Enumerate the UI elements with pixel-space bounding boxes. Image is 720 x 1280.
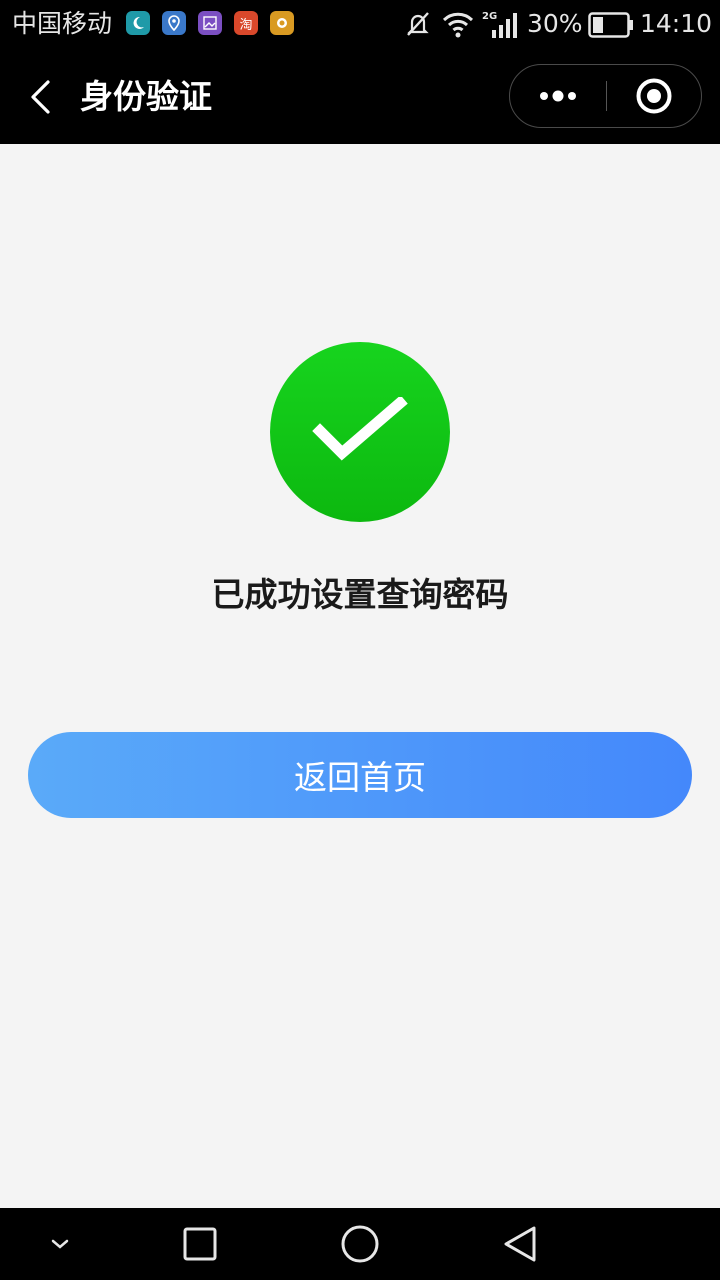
hand-app-icon xyxy=(270,11,294,35)
moon-app-icon xyxy=(126,11,150,35)
svg-text:2G: 2G xyxy=(482,11,497,22)
battery-icon xyxy=(588,12,634,42)
success-icon xyxy=(270,342,450,522)
signal-2g-icon: 2G xyxy=(482,10,524,44)
return-home-button[interactable]: 返回首页 xyxy=(28,732,692,818)
recent-apps-square-icon[interactable] xyxy=(160,1208,240,1280)
status-bar: 中国移动 淘 2G 30% 14:10 xyxy=(0,0,720,50)
mute-icon xyxy=(404,10,432,42)
system-nav-bar xyxy=(0,1208,720,1280)
checkmark-icon xyxy=(312,397,408,461)
chevron-down-icon[interactable] xyxy=(20,1208,100,1280)
battery-percent: 30% xyxy=(527,9,583,38)
back-arrow-icon xyxy=(31,80,50,114)
close-button[interactable] xyxy=(607,65,701,127)
wifi-icon xyxy=(441,10,475,42)
back-triangle-icon[interactable] xyxy=(480,1208,560,1280)
home-circle-icon[interactable] xyxy=(320,1208,400,1280)
back-button[interactable] xyxy=(18,72,62,122)
capsule-menu xyxy=(509,64,702,128)
more-dots-icon xyxy=(540,90,576,102)
close-target-icon xyxy=(636,78,672,114)
taobao-app-icon: 淘 xyxy=(234,11,258,35)
page-title: 身份验证 xyxy=(80,77,212,116)
location-app-icon xyxy=(162,11,186,35)
gallery-app-icon xyxy=(198,11,222,35)
nav-bar: 身份验证 xyxy=(0,50,720,144)
clock: 14:10 xyxy=(640,9,713,38)
carrier-name: 中国移动 xyxy=(12,9,113,38)
more-button[interactable] xyxy=(510,65,606,127)
success-message: 已成功设置查询密码 xyxy=(211,575,509,614)
